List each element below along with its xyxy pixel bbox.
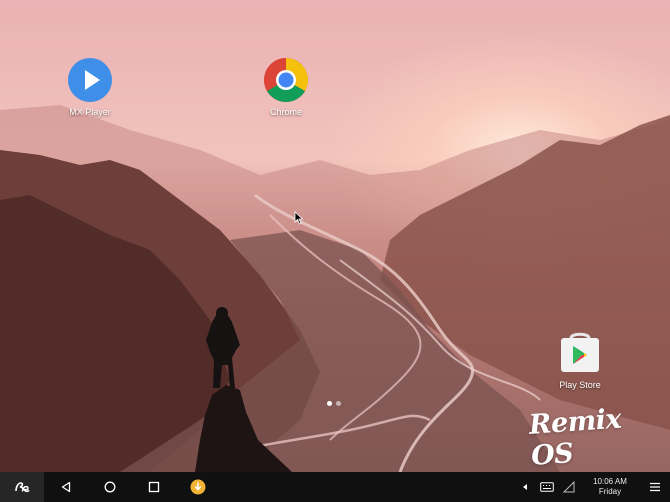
back-button[interactable] — [44, 472, 88, 502]
page-dot-active[interactable] — [327, 401, 332, 406]
page-indicator — [327, 401, 341, 406]
mouse-pointer-icon — [294, 211, 304, 225]
play-store-icon — [561, 332, 599, 372]
desktop-icon-label: MX Player — [69, 107, 111, 117]
clock-day: Friday — [598, 487, 622, 496]
desktop-icon-play-store[interactable]: Play Store — [545, 330, 615, 390]
remix-os-logo: Remix OS — [528, 403, 622, 472]
back-icon — [61, 481, 71, 493]
mx-player-icon — [68, 58, 112, 102]
recents-icon — [148, 481, 160, 493]
download-notification-icon — [190, 479, 206, 495]
expand-arrow-icon — [523, 484, 527, 490]
desktop-icon-label: Chrome — [269, 107, 302, 117]
page-dot[interactable] — [336, 401, 341, 406]
clock[interactable]: 10:06 AM Friday — [586, 477, 634, 497]
keyboard-icon — [540, 482, 554, 492]
home-button[interactable] — [88, 472, 132, 502]
menu-icon — [650, 482, 660, 492]
start-button[interactable] — [0, 472, 44, 502]
remix-start-icon — [15, 482, 30, 493]
desktop[interactable]: MX Player Chrome Play Store Remix OS — [0, 0, 670, 472]
chrome-icon — [264, 58, 308, 102]
home-icon — [104, 481, 116, 493]
system-tray: 10:06 AM Friday — [514, 472, 670, 502]
recents-button[interactable] — [132, 472, 176, 502]
desktop-icon-mx-player[interactable]: MX Player — [55, 57, 125, 117]
desktop-icon-label: Play Store — [559, 380, 601, 390]
desktop-icon-chrome[interactable]: Chrome — [251, 57, 321, 117]
signal-status[interactable] — [558, 472, 580, 502]
notification-center-button[interactable] — [640, 472, 670, 502]
keyboard-button[interactable] — [536, 472, 558, 502]
signal-icon — [563, 481, 575, 493]
tray-expand-button[interactable] — [514, 472, 536, 502]
clock-time: 10:06 AM — [593, 477, 627, 486]
taskbar: 10:06 AM Friday — [0, 472, 670, 502]
running-app-download[interactable] — [176, 472, 220, 502]
